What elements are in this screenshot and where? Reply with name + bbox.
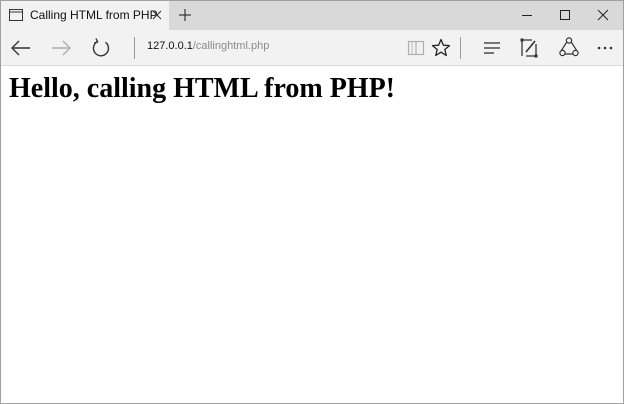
browser-window: Calling HTML from PHP 127.0.0.1/callingh… — [0, 0, 624, 404]
maximize-icon — [560, 10, 570, 20]
address-path: /callinghtml.php — [192, 40, 270, 52]
maximize-button[interactable] — [548, 1, 582, 30]
refresh-icon — [92, 38, 110, 57]
address-bar[interactable]: 127.0.0.1/callinghtml.php — [147, 40, 269, 52]
arrow-left-icon — [11, 40, 30, 56]
tab-close-icon[interactable] — [152, 10, 162, 20]
browser-tab[interactable]: Calling HTML from PHP — [1, 1, 169, 30]
back-button[interactable] — [6, 30, 36, 66]
refresh-button[interactable] — [86, 30, 116, 66]
hub-button[interactable] — [477, 30, 507, 66]
web-note-button[interactable] — [514, 30, 544, 66]
page-icon — [9, 9, 23, 21]
close-icon — [597, 9, 609, 21]
tab-title: Calling HTML from PHP — [30, 8, 158, 22]
page-heading: Hello, calling HTML from PHP! — [9, 73, 395, 104]
close-window-button[interactable] — [586, 1, 620, 30]
share-icon — [559, 37, 579, 57]
arrow-right-icon — [52, 40, 71, 56]
navigation-bar: 127.0.0.1/callinghtml.php — [1, 30, 623, 66]
new-tab-plus-icon[interactable] — [179, 9, 191, 21]
minimize-icon — [522, 15, 532, 16]
tab-strip: Calling HTML from PHP — [1, 1, 623, 30]
more-icon — [597, 46, 613, 50]
address-host: 127.0.0.1 — [147, 40, 193, 52]
favorite-button[interactable] — [426, 30, 456, 66]
toolbar-divider — [134, 37, 135, 59]
share-button[interactable] — [554, 30, 584, 66]
minimize-button[interactable] — [510, 1, 544, 30]
star-icon — [431, 38, 451, 57]
hub-icon — [484, 42, 500, 54]
page-content: Hello, calling HTML from PHP! — [1, 66, 623, 403]
pen-icon — [520, 38, 538, 58]
toolbar-divider — [460, 37, 461, 59]
forward-button[interactable] — [46, 30, 76, 66]
more-button[interactable] — [591, 30, 621, 66]
